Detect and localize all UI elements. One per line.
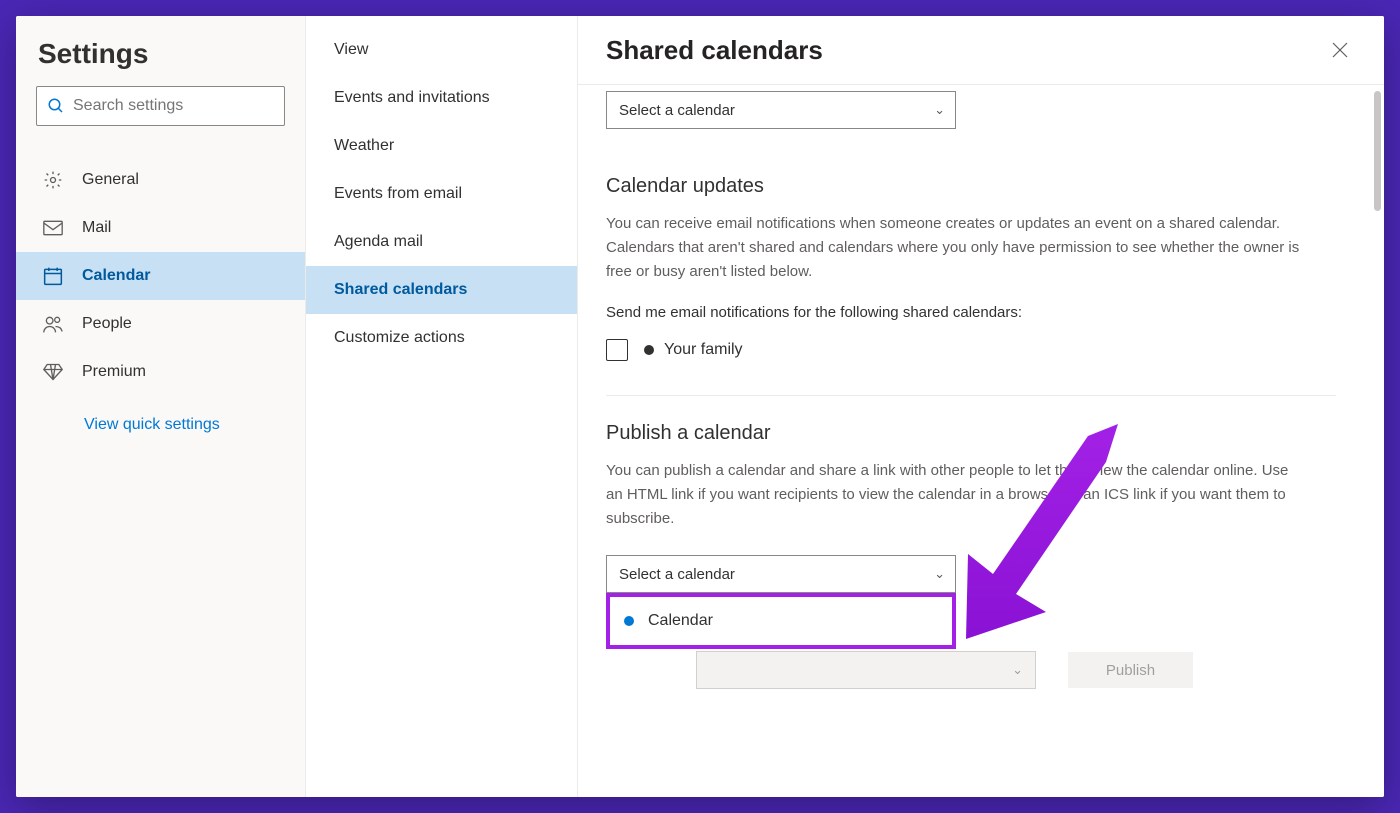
publish-calendar-select[interactable]: Select a calendar ⌄ Calendar xyxy=(606,555,956,593)
mail-icon xyxy=(42,217,64,239)
settings-subnav: View Events and invitations Weather Even… xyxy=(306,16,578,797)
content-header: Shared calendars xyxy=(578,16,1384,85)
close-button[interactable] xyxy=(1324,34,1356,66)
view-quick-settings-link[interactable]: View quick settings xyxy=(16,396,305,434)
subnav-shared-calendars[interactable]: Shared calendars xyxy=(306,266,577,314)
nav-calendar[interactable]: Calendar xyxy=(16,252,305,300)
diamond-icon xyxy=(42,361,64,383)
page-title: Shared calendars xyxy=(606,35,823,66)
subnav-events-from-email[interactable]: Events from email xyxy=(306,170,577,218)
settings-nav: General Mail Calendar People Premium Vie… xyxy=(16,138,305,434)
search-icon xyxy=(47,97,65,115)
publish-calendar-heading: Publish a calendar xyxy=(606,422,1356,445)
calendar-updates-heading: Calendar updates xyxy=(606,175,1356,198)
publish-calendar-dropdown-menu: Calendar xyxy=(606,593,956,649)
people-icon xyxy=(42,313,64,335)
calendar-updates-description: You can receive email notifications when… xyxy=(606,212,1306,284)
nav-people[interactable]: People xyxy=(16,300,305,348)
dropdown-option-calendar[interactable]: Calendar xyxy=(610,598,952,644)
publish-button-disabled: Publish xyxy=(1068,652,1193,688)
chevron-down-icon: ⌄ xyxy=(934,102,945,118)
chevron-down-icon: ⌄ xyxy=(1012,662,1023,678)
nav-mail[interactable]: Mail xyxy=(16,204,305,252)
settings-sidebar: Settings General Mail Calendar Peopl xyxy=(16,16,306,797)
calendar-color-dot xyxy=(624,616,634,626)
close-icon xyxy=(1332,42,1348,58)
publish-permissions-row: ⌄ Publish xyxy=(606,651,1356,689)
subnav-agenda-mail[interactable]: Agenda mail xyxy=(306,218,577,266)
settings-content: Shared calendars Select a calendar ⌄ Cal… xyxy=(578,16,1384,797)
subnav-weather[interactable]: Weather xyxy=(306,122,577,170)
gear-icon xyxy=(42,169,64,191)
publish-calendar-description: You can publish a calendar and share a l… xyxy=(606,459,1306,531)
nav-label: Calendar xyxy=(82,267,150,285)
search-input-wrapper[interactable] xyxy=(36,86,285,126)
dropdown-placeholder: Select a calendar xyxy=(619,102,735,119)
nav-label: General xyxy=(82,171,139,189)
nav-general[interactable]: General xyxy=(16,156,305,204)
permissions-select-disabled: ⌄ xyxy=(696,651,1036,689)
subnav-customize-actions[interactable]: Customize actions xyxy=(306,314,577,362)
chevron-down-icon: ⌄ xyxy=(934,566,945,582)
shared-calendar-row: Your family xyxy=(606,339,1356,361)
calendar-name: Your family xyxy=(664,341,743,359)
section-divider xyxy=(606,395,1336,396)
search-input[interactable] xyxy=(73,97,274,115)
share-calendar-select[interactable]: Select a calendar ⌄ xyxy=(606,91,956,129)
subnav-events-invitations[interactable]: Events and invitations xyxy=(306,74,577,122)
nav-label: People xyxy=(82,315,132,333)
dropdown-placeholder: Select a calendar xyxy=(619,566,735,583)
notifications-label: Send me email notifications for the foll… xyxy=(606,304,1356,321)
subnav-view[interactable]: View xyxy=(306,26,577,74)
nav-premium[interactable]: Premium xyxy=(16,348,305,396)
your-family-checkbox[interactable] xyxy=(606,339,628,361)
content-scroll[interactable]: Select a calendar ⌄ Calendar updates You… xyxy=(578,85,1384,797)
nav-label: Premium xyxy=(82,363,146,381)
nav-label: Mail xyxy=(82,219,111,237)
option-label: Calendar xyxy=(648,612,713,630)
scrollbar-thumb[interactable] xyxy=(1374,91,1381,211)
content-body: Select a calendar ⌄ Calendar updates You… xyxy=(578,91,1384,717)
settings-dialog: Settings General Mail Calendar Peopl xyxy=(16,16,1384,797)
calendar-color-dot xyxy=(644,345,654,355)
calendar-icon xyxy=(42,265,64,287)
settings-title: Settings xyxy=(16,16,305,86)
